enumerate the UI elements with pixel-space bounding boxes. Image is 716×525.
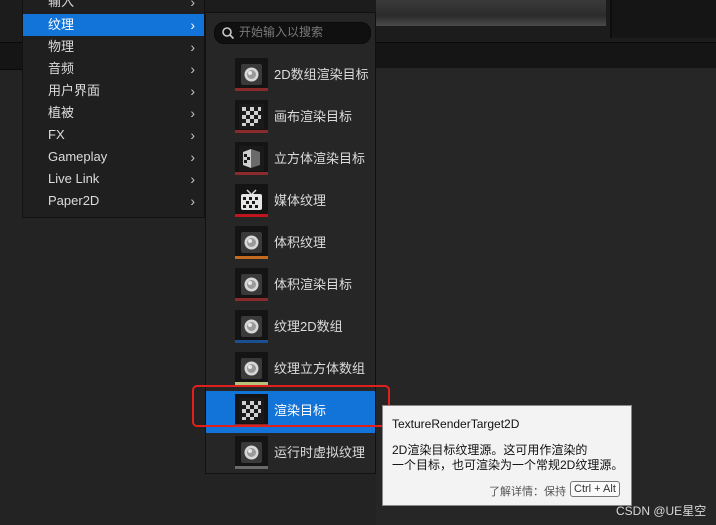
menu-item-label: Live Link (48, 171, 100, 186)
submenu-item[interactable]: 体积渲染目标 (206, 265, 375, 307)
search-icon (222, 27, 235, 40)
submenu-item[interactable]: 画布渲染目标 (206, 97, 375, 139)
submenu-item[interactable]: 媒体纹理 (206, 181, 375, 223)
watermark: CSDN @UE星空 (616, 504, 707, 518)
submenu-item-label: 体积纹理 (274, 235, 327, 250)
tooltip-description-line: 一个目标，也可渲染为一个常规2D纹理源。 (392, 458, 624, 472)
asset-type-color-bar (235, 466, 268, 469)
asset-type-color-bar (235, 214, 268, 217)
menu-item-label: Gameplay (48, 149, 108, 164)
menu-item-input[interactable]: 输入 › (23, 0, 204, 13)
asset-category-menu: 输入 › 纹理 › 物理 › 音频 › 用户界面 › 植被 › FX › Gam… (22, 0, 205, 218)
chevron-right-icon: › (190, 105, 195, 121)
highlight-annotation-box (192, 385, 390, 427)
submenu-item-label: 2D数组渲染目标 (274, 67, 369, 82)
asset-type-color-bar (235, 256, 268, 259)
menu-item-texture[interactable]: 纹理 › (23, 14, 204, 36)
chevron-right-icon: › (190, 61, 195, 77)
menu-item-audio[interactable]: 音频 › (23, 58, 204, 80)
chevron-right-icon: › (190, 171, 195, 187)
menu-item-foliage[interactable]: 植被 › (23, 102, 204, 124)
chevron-right-icon: › (190, 39, 195, 55)
chevron-right-icon: › (190, 127, 195, 143)
cube-checker-thumbnail-icon (235, 142, 268, 175)
submenu-item-label: 纹理2D数组 (274, 319, 343, 334)
submenu-item[interactable]: 纹理2D数组 (206, 307, 375, 349)
menu-item-label: FX (48, 127, 65, 142)
menu-item-physics[interactable]: 物理 › (23, 36, 204, 58)
menu-item-ui[interactable]: 用户界面 › (23, 80, 204, 102)
asset-type-color-bar (235, 298, 268, 301)
tooltip-learn-more: 了解详情：保持 (489, 486, 566, 498)
asset-type-color-bar (235, 340, 268, 343)
menu-item-live-link[interactable]: Live Link › (23, 168, 204, 190)
sphere-thumbnail-icon (235, 58, 268, 91)
tooltip-description-line: 2D渲染目标纹理源。这可用作渲染的 (392, 443, 588, 457)
sphere-thumbnail-icon (235, 436, 268, 469)
sphere-thumbnail-icon (235, 268, 268, 301)
menu-item-fx[interactable]: FX › (23, 124, 204, 146)
submenu-item[interactable]: 运行时虚拟纹理 (206, 433, 375, 475)
menu-item-label: 用户界面 (48, 83, 101, 98)
submenu-item-label: 画布渲染目标 (274, 109, 353, 124)
menu-item-label: 纹理 (48, 17, 75, 32)
submenu-item[interactable]: 体积纹理 (206, 223, 375, 265)
asset-type-color-bar (235, 130, 268, 133)
submenu-item[interactable]: 立方体渲染目标 (206, 139, 375, 181)
viewport-side-panel (610, 0, 716, 38)
submenu-item-label: 体积渲染目标 (274, 277, 353, 292)
tv-thumbnail-icon (235, 184, 268, 217)
tooltip: TextureRenderTarget2D 2D渲染目标纹理源。这可用作渲染的 … (382, 405, 632, 506)
submenu-item-label: 立方体渲染目标 (274, 151, 366, 166)
sphere-thumbnail-icon (235, 352, 268, 385)
chevron-right-icon: › (190, 149, 195, 165)
menu-item-label: 植被 (48, 105, 75, 120)
menu-item-label: Paper2D (48, 193, 100, 208)
search-box[interactable] (214, 22, 371, 44)
chevron-right-icon: › (190, 0, 195, 10)
search-input[interactable] (239, 24, 365, 40)
menu-item-paper2d[interactable]: Paper2D › (23, 190, 204, 212)
menu-item-label: 音频 (48, 61, 75, 76)
menu-item-label: 输入 (48, 0, 75, 9)
menu-item-label: 物理 (48, 39, 75, 54)
sphere-thumbnail-icon (235, 310, 268, 343)
checker-thumbnail-icon (235, 100, 268, 133)
submenu-item[interactable]: 2D数组渲染目标 (206, 55, 375, 97)
submenu-item-label: 纹理立方体数组 (274, 361, 366, 376)
chevron-right-icon: › (190, 83, 195, 99)
asset-type-color-bar (235, 88, 268, 91)
chevron-right-icon: › (190, 193, 195, 209)
menu-item-gameplay[interactable]: Gameplay › (23, 146, 204, 168)
sphere-thumbnail-icon (235, 226, 268, 259)
chevron-right-icon: › (190, 17, 195, 33)
tooltip-title: TextureRenderTarget2D (392, 417, 520, 431)
tooltip-description: 2D渲染目标纹理源。这可用作渲染的 一个目标，也可渲染为一个常规2D纹理源。 (392, 443, 628, 473)
tooltip-shortcut-key: Ctrl + Alt (570, 481, 620, 497)
asset-type-color-bar (235, 172, 268, 175)
viewport-preview (376, 0, 606, 26)
submenu-item-label: 媒体纹理 (274, 193, 327, 208)
submenu-item-label: 运行时虚拟纹理 (274, 445, 366, 460)
